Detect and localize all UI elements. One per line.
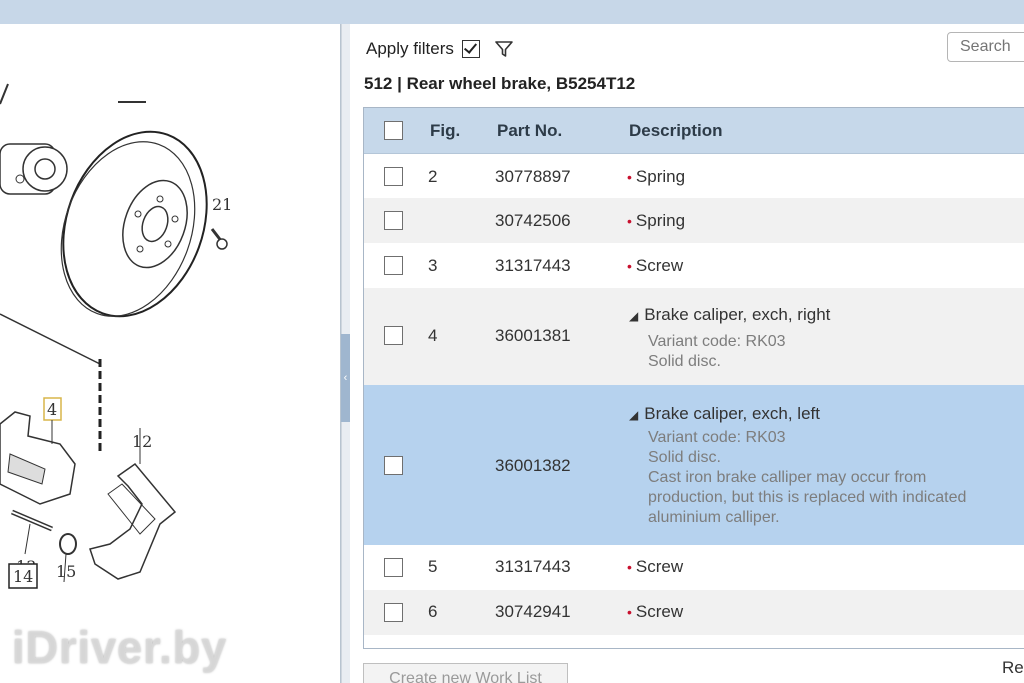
apply-filters-label: Apply filters — [366, 39, 454, 58]
collapse-triangle-icon[interactable]: ◢ — [629, 408, 638, 422]
row-checkbox[interactable] — [384, 603, 403, 622]
filter-icon[interactable] — [494, 39, 514, 59]
row-part-no: 36001382 — [495, 456, 571, 475]
hub-part — [0, 143, 68, 195]
variant-note: Cast iron brake calliper may occur from — [648, 469, 927, 486]
table-row[interactable]: 6 30742941 • Screw — [364, 590, 1024, 635]
variant-note: Solid disc. — [648, 353, 721, 370]
row-checkbox[interactable] — [384, 558, 403, 577]
label-21[interactable]: 21 — [212, 195, 232, 214]
row-part-no: 30742506 — [495, 211, 571, 230]
variant-code: Variant code: RK03 — [648, 429, 786, 446]
diagram-pane: 21 4 12 13 14 15 — [0, 24, 341, 683]
row-checkbox[interactable] — [384, 456, 403, 475]
bullet-icon: • — [627, 213, 632, 229]
collapse-triangle-icon[interactable]: ◢ — [629, 309, 638, 323]
row-checkbox[interactable] — [384, 167, 403, 186]
watermark: iDriver.by — [12, 622, 228, 673]
partial-button-label[interactable]: Re — [1002, 658, 1024, 678]
parts-diagram[interactable]: 21 4 12 13 14 15 — [0, 24, 340, 683]
parts-list-pane: Apply filters 512 | Rear wheel brake, B5… — [350, 24, 1024, 683]
variant-note: production, but this is replaced with in… — [648, 489, 967, 506]
table-row[interactable]: 30742506 • Spring — [364, 198, 1024, 243]
header-part-no[interactable]: Part No. — [497, 121, 562, 141]
variant-note: Solid disc. — [648, 449, 721, 466]
top-bar — [0, 0, 1024, 24]
row-description: • Spring — [627, 211, 686, 230]
row-description: ◢ Brake caliper, exch, left Variant code:… — [629, 404, 967, 526]
filter-row: Apply filters — [366, 38, 514, 60]
table-row[interactable]: 2 30778897 • Spring — [364, 154, 1024, 198]
table-header: Fig. Part No. Description — [364, 108, 1024, 154]
row-fig: 5 — [428, 557, 438, 576]
row-fig: 3 — [428, 256, 438, 275]
caliper-bracket — [89, 462, 177, 580]
variant-note: aluminium calliper. — [648, 509, 780, 526]
row-fig: 4 — [428, 326, 438, 345]
row-part-no: 31317443 — [495, 256, 571, 275]
row-fig: 6 — [428, 602, 438, 621]
bullet-icon: • — [627, 258, 632, 274]
row-description: • Spring — [627, 167, 686, 186]
create-work-list-button[interactable]: Create new Work List — [363, 663, 568, 683]
table-row-selected[interactable]: 36001382 ◢ Brake caliper, exch, left Vari… — [364, 385, 1024, 545]
search-input[interactable] — [947, 32, 1024, 62]
bullet-icon: • — [627, 169, 632, 185]
table-row[interactable]: 4 36001381 ◢ Brake caliper, exch, right V… — [364, 288, 1024, 385]
apply-filters-checkbox[interactable] — [461, 40, 480, 58]
table-row[interactable]: 5 31317443 • Screw — [364, 545, 1024, 590]
label-4[interactable]: 4 — [47, 400, 57, 419]
bullet-icon: • — [627, 604, 632, 620]
label-15[interactable]: 15 — [56, 562, 76, 581]
variant-code: Variant code: RK03 — [648, 333, 786, 350]
row-description: ◢ Brake caliper, exch, right Variant code… — [629, 305, 831, 370]
collapse-left-icon[interactable]: ‹ — [341, 334, 350, 422]
row-description: • Screw — [627, 557, 684, 576]
row-fig: 2 — [428, 167, 438, 186]
row-part-no: 31317443 — [495, 557, 571, 576]
parts-table: Fig. Part No. Description 2 30778897 • Sp… — [363, 107, 1024, 649]
row-checkbox[interactable] — [384, 211, 403, 230]
label-14[interactable]: 14 — [13, 567, 33, 586]
row-checkbox[interactable] — [384, 256, 403, 275]
row-checkbox[interactable] — [384, 326, 403, 345]
row-part-no: 36001381 — [495, 326, 571, 345]
header-fig[interactable]: Fig. — [430, 121, 460, 141]
brake-caliper — [0, 411, 76, 505]
row-part-no: 30742941 — [495, 602, 571, 621]
brake-disc — [60, 130, 208, 318]
label-12[interactable]: 12 — [132, 432, 152, 451]
bullet-icon: • — [627, 559, 632, 575]
row-description: • Screw — [627, 256, 684, 275]
header-description[interactable]: Description — [629, 121, 723, 141]
row-description: • Screw — [627, 602, 684, 621]
group-title: 512 | Rear wheel brake, B5254T12 — [364, 74, 636, 93]
table-row[interactable]: 3 31317443 • Screw — [364, 243, 1024, 288]
row-part-no: 30778897 — [495, 167, 571, 186]
select-all-checkbox[interactable] — [384, 121, 403, 140]
